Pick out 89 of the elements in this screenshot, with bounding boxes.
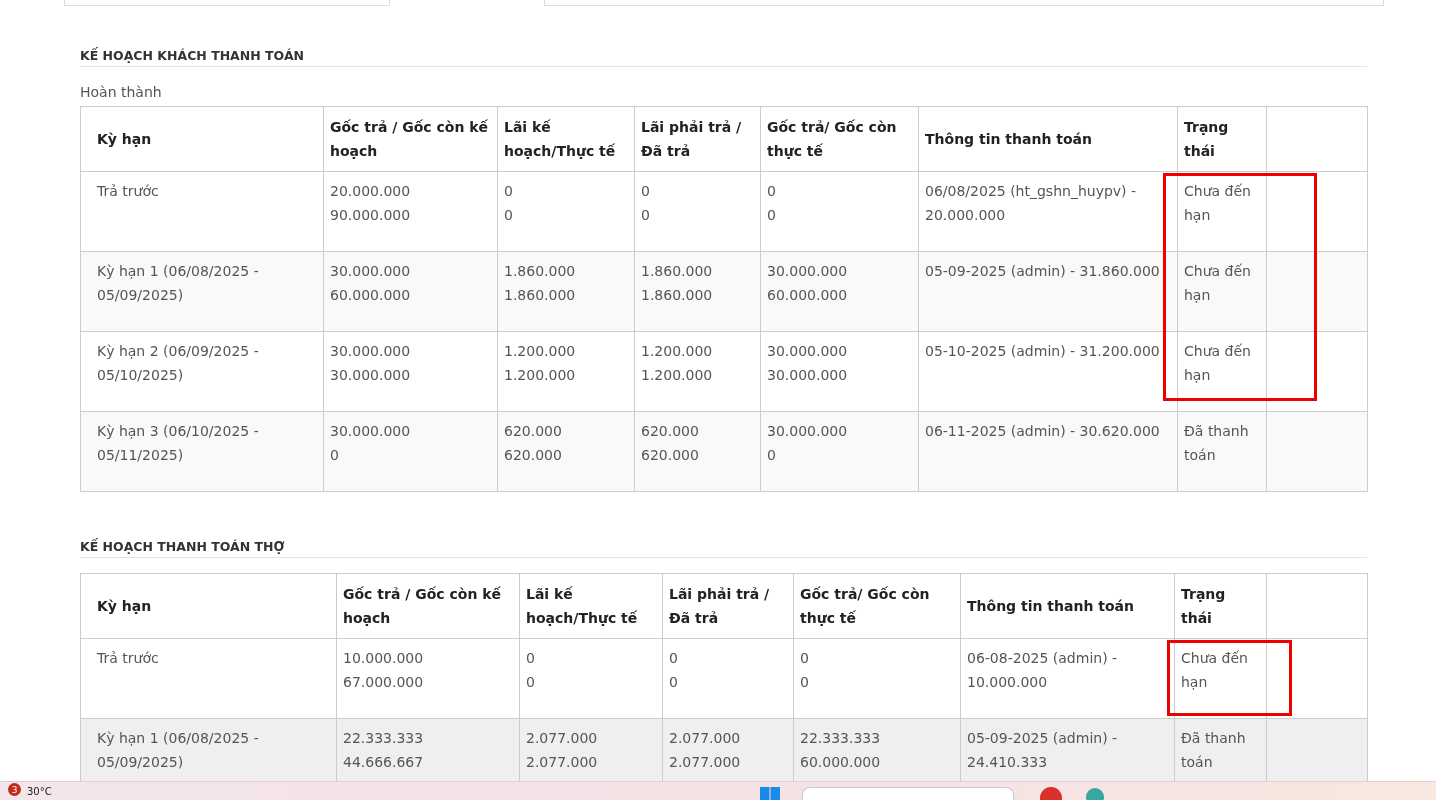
table-cell: Chưa đến hạn (1174, 638, 1267, 719)
table-cell: Đã thanh toán (1174, 718, 1267, 781)
amount-text: 620.000 (641, 422, 700, 441)
amount-text: 44.666.667 (343, 753, 425, 772)
amount-text: 0 (504, 206, 514, 225)
amount-text: 1.200.000 (504, 366, 577, 385)
table-cell: Chưa đến hạn (1177, 251, 1267, 332)
amount-text: 0 (800, 673, 810, 692)
amount-text: 60.000.000 (767, 286, 849, 305)
amount-text: 0 (800, 649, 810, 668)
status-label: Hoàn thành (80, 84, 163, 100)
column-header: Thông tin thanh toán (918, 106, 1178, 172)
table-cell: 05-10-2025 (admin) - 31.200.000 (918, 331, 1178, 412)
amount-text: 30.000.000 (767, 366, 849, 385)
amount-text: 0 (669, 673, 679, 692)
table-cell: 05-09-2025 (admin) - 24.410.333 (960, 718, 1175, 781)
column-header: Gốc trả / Gốc còn kế hoạch (323, 106, 498, 172)
amount-text: 30.000.000 (330, 422, 412, 441)
column-header: Gốc trả/ Gốc còn thực tế (793, 573, 961, 639)
amount-text: 2.077.000 (669, 729, 742, 748)
column-header: Trạng thái (1177, 106, 1267, 172)
app-icon[interactable] (1039, 787, 1062, 800)
amount-text: 30.000.000 (767, 422, 849, 441)
amount-text: 0 (330, 446, 340, 465)
amount-text: 2.077.000 (526, 753, 599, 772)
amount-text: 0 (641, 182, 651, 201)
amount-text: 0 (641, 206, 651, 225)
amount-text: 22.333.333 (800, 729, 882, 748)
table-cell: Trả trước (80, 638, 337, 719)
column-header: Lãi kế hoạch/Thực tế (497, 106, 635, 172)
amount-text: 10.000.000 (343, 649, 425, 668)
amount-text: 2.077.000 (526, 729, 599, 748)
amount-text: 30.000.000 (330, 366, 412, 385)
amount-text: 620.000 (641, 446, 700, 465)
amount-text: 30.000.000 (330, 262, 412, 281)
amount-text: 1.860.000 (504, 262, 577, 281)
amount-text: 0 (526, 649, 536, 668)
amount-text: 620.000 (504, 422, 563, 441)
table-cell: 06/08/2025 (ht_gshn_huypv) - 20.000.000 (918, 171, 1178, 252)
amount-text: 0 (504, 182, 514, 201)
amount-text: 67.000.000 (343, 673, 425, 692)
column-header: Kỳ hạn (80, 573, 337, 639)
table-cell: 05-09-2025 (admin) - 31.860.000 (918, 251, 1178, 332)
search-field[interactable] (801, 787, 1014, 800)
table-cell: Kỳ hạn 1 (06/08/2025 - 05/09/2025) (80, 718, 337, 781)
amount-text: 620.000 (504, 446, 563, 465)
table-cell: Kỳ hạn 2 (06/09/2025 - 05/10/2025) (80, 331, 324, 412)
temperature-text: 30°C (27, 786, 52, 797)
table-cell: Đã thanh toán (1177, 411, 1267, 492)
column-header: Thông tin thanh toán (960, 573, 1175, 639)
amount-text: 1.200.000 (641, 366, 714, 385)
table-cell: Trả trước (80, 171, 324, 252)
section-heading: KẾ HOẠCH THANH TOÁN THỢ (80, 539, 1367, 558)
amount-text: 0 (767, 182, 777, 201)
table-cell: Chưa đến hạn (1177, 171, 1267, 252)
table-cell: 06-11-2025 (admin) - 30.620.000 (918, 411, 1178, 492)
notification-badge: 3 (8, 783, 21, 796)
amount-text: 1.860.000 (504, 286, 577, 305)
amount-text: 90.000.000 (330, 206, 412, 225)
amount-text: 30.000.000 (767, 262, 849, 281)
windows-icon[interactable] (759, 787, 780, 800)
amount-text: 0 (767, 206, 777, 225)
column-header: Gốc trả / Gốc còn kế hoạch (336, 573, 520, 639)
amount-text: 1.200.000 (504, 342, 577, 361)
table-cell: 06-08-2025 (admin) - 10.000.000 (960, 638, 1175, 719)
table-cell: Kỳ hạn 1 (06/08/2025 - 05/09/2025) (80, 251, 324, 332)
amount-text: 60.000.000 (330, 286, 412, 305)
amount-text: 20.000.000 (330, 182, 412, 201)
column-header: Lãi phải trả / Đã trả (634, 106, 761, 172)
amount-text: 1.200.000 (641, 342, 714, 361)
table-cell: Chưa đến hạn (1177, 331, 1267, 412)
amount-text: 1.860.000 (641, 286, 714, 305)
column-header: Trạng thái (1174, 573, 1267, 639)
amount-text: 22.333.333 (343, 729, 425, 748)
column-header: Lãi kế hoạch/Thực tế (519, 573, 663, 639)
table-cell: Kỳ hạn 3 (06/10/2025 - 05/11/2025) (80, 411, 324, 492)
app-icon[interactable] (1085, 787, 1104, 800)
amount-text: 30.000.000 (767, 342, 849, 361)
amount-text: 0 (669, 649, 679, 668)
amount-text: 1.860.000 (641, 262, 714, 281)
amount-text: 0 (767, 446, 777, 465)
section-heading: KẾ HOẠCH KHÁCH THANH TOÁN (80, 48, 1367, 67)
amount-text: 2.077.000 (669, 753, 742, 772)
amount-text: 0 (526, 673, 536, 692)
column-header: Lãi phải trả / Đã trả (662, 573, 794, 639)
column-header: Gốc trả/ Gốc còn thực tế (760, 106, 919, 172)
column-header: Kỳ hạn (80, 106, 324, 172)
amount-text: 30.000.000 (330, 342, 412, 361)
amount-text: 60.000.000 (800, 753, 882, 772)
